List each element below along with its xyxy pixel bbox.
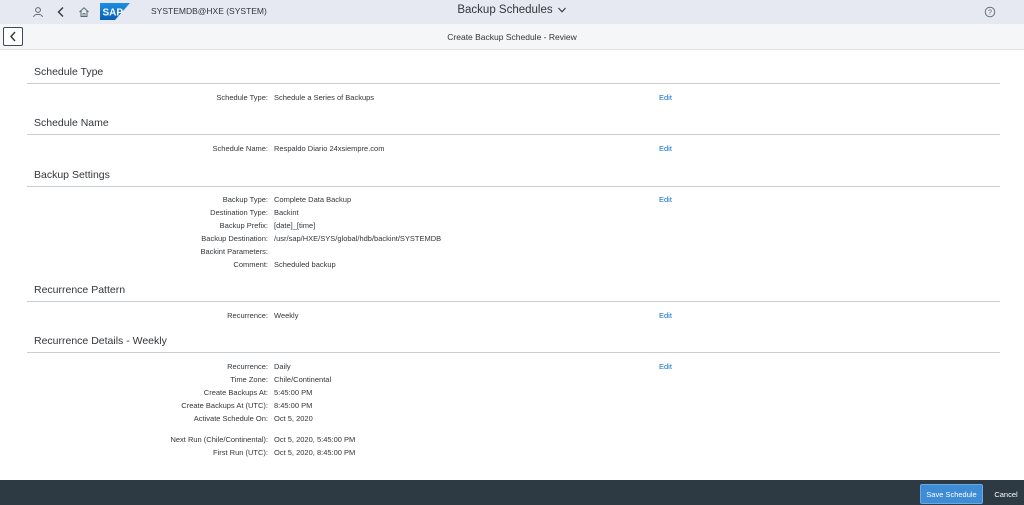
field-value: Weekly xyxy=(274,311,299,320)
sap-logo[interactable]: SAP xyxy=(100,3,130,20)
field-label: Comment: xyxy=(233,260,268,269)
field-label: Recurrence: xyxy=(227,362,268,371)
section-divider xyxy=(27,134,1000,135)
section-title-schedule-name: Schedule Name xyxy=(34,117,109,129)
field-label: Time Zone: xyxy=(230,375,268,384)
sub-header: Create Backup Schedule - Review xyxy=(0,24,1024,50)
field-label: Backup Destination: xyxy=(201,234,268,243)
field-label: Schedule Type: xyxy=(216,93,268,102)
home-icon[interactable] xyxy=(76,4,92,20)
section-divider xyxy=(27,301,1000,302)
section-divider xyxy=(27,352,1000,353)
field-value: 8:45:00 PM xyxy=(274,401,313,410)
sap-logo-text: SAP xyxy=(103,8,124,19)
svg-text:?: ? xyxy=(988,10,992,17)
field-label: Create Backups At (UTC): xyxy=(181,401,268,410)
field-label: Create Backups At: xyxy=(203,388,268,397)
system-label: SYSTEMDB@HXE (SYSTEM) xyxy=(151,6,267,16)
edit-recurrence-pattern-link[interactable]: Edit xyxy=(659,311,672,320)
shell-bar: SAP SYSTEMDB@HXE (SYSTEM) Backup Schedul… xyxy=(0,0,1024,24)
field-value: Oct 5, 2020 xyxy=(274,414,313,423)
edit-schedule-type-link[interactable]: Edit xyxy=(659,93,672,102)
edit-backup-settings-link[interactable]: Edit xyxy=(659,195,672,204)
field-value: Oct 5, 2020, 5:45:00 PM xyxy=(274,435,356,444)
field-value: [date]_[time] xyxy=(274,221,316,230)
help-icon[interactable]: ? xyxy=(982,4,998,20)
section-title-recurrence-details: Recurrence Details - Weekly xyxy=(34,335,167,347)
edit-schedule-name-link[interactable]: Edit xyxy=(659,144,672,153)
field-label: Destination Type: xyxy=(210,208,268,217)
field-label: Backup Type: xyxy=(222,195,268,204)
field-value: Schedule a Series of Backups xyxy=(274,93,375,102)
field-label: Recurrence: xyxy=(227,311,268,320)
section-divider xyxy=(27,186,1000,187)
section-divider xyxy=(27,83,1000,84)
field-value: Daily xyxy=(274,362,291,371)
field-label: Activate Schedule On: xyxy=(193,414,268,423)
field-label: Backup Prefix: xyxy=(219,221,268,230)
page-title: Create Backup Schedule - Review xyxy=(447,32,577,42)
field-label: Schedule Name: xyxy=(212,144,268,153)
section-title-schedule-type: Schedule Type xyxy=(34,66,104,78)
field-value: Chile/Continental xyxy=(274,375,332,384)
user-icon[interactable] xyxy=(30,4,46,20)
field-value: Oct 5, 2020, 8:45:00 PM xyxy=(274,448,356,457)
footer-toolbar: Save Schedule Cancel xyxy=(0,480,1024,505)
field-value: Respaldo Diario 24xsiempre.com xyxy=(274,144,385,153)
field-value: Complete Data Backup xyxy=(274,195,352,204)
field-label: First Run (UTC): xyxy=(213,448,268,457)
field-value: 5:45:00 PM xyxy=(274,388,313,397)
field-value: Scheduled backup xyxy=(274,260,336,269)
field-value: Backint xyxy=(274,208,299,217)
save-schedule-button[interactable]: Save Schedule xyxy=(920,484,983,504)
section-title-backup-settings: Backup Settings xyxy=(34,169,110,181)
app-title-menu[interactable]: Backup Schedules xyxy=(457,4,566,16)
section-title-recurrence-pattern: Recurrence Pattern xyxy=(34,284,126,296)
field-value: /usr/sap/HXE/SYS/global/hdb/backint/SYST… xyxy=(274,234,442,243)
field-label: Backint Parameters: xyxy=(200,247,268,256)
field-label: Next Run (Chile/Continental): xyxy=(170,435,268,444)
chevron-down-icon xyxy=(557,7,566,13)
app-title: Backup Schedules xyxy=(457,4,553,16)
cancel-button[interactable]: Cancel xyxy=(988,484,1024,504)
edit-recurrence-details-link[interactable]: Edit xyxy=(659,362,672,371)
back-chevron-icon[interactable] xyxy=(53,4,69,20)
